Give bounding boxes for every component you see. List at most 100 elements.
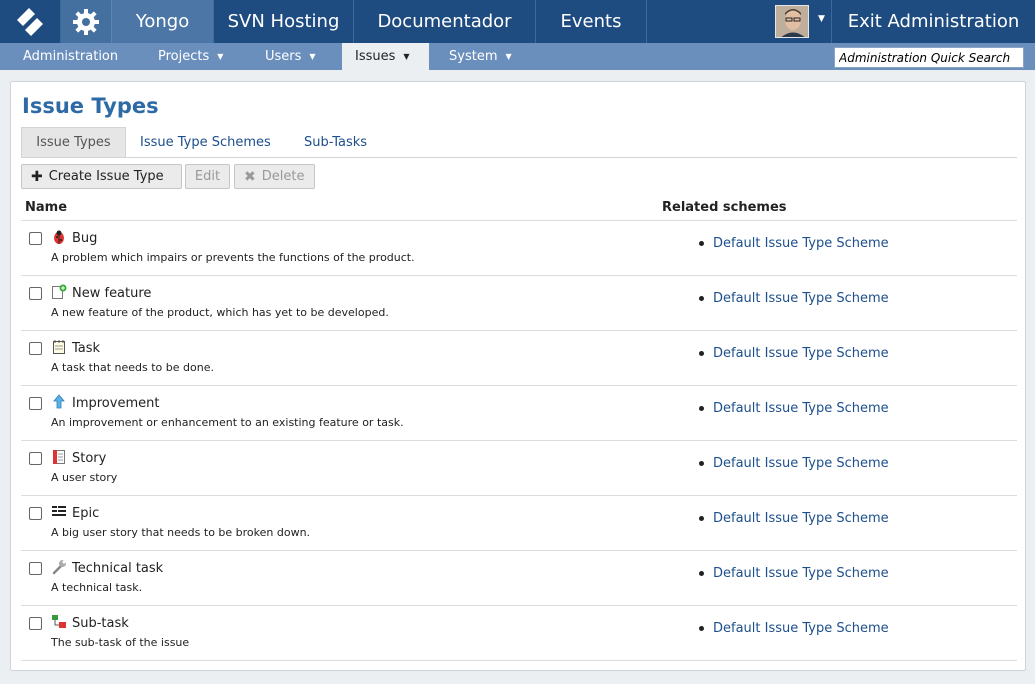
exit-administration-link[interactable]: Exit Administration bbox=[831, 0, 1035, 43]
related-scheme-link[interactable]: Default Issue Type Scheme bbox=[713, 566, 889, 581]
subnav-issues-label: Issues bbox=[355, 49, 396, 64]
user-avatar[interactable] bbox=[775, 5, 809, 38]
subnav-issues[interactable]: Issues ▼ bbox=[342, 43, 429, 70]
related-scheme-link[interactable]: Default Issue Type Scheme bbox=[713, 456, 889, 471]
subnav-users-label: Users bbox=[265, 49, 302, 64]
nav-events[interactable]: Events bbox=[536, 0, 647, 43]
issue-type-name: Story bbox=[72, 451, 107, 466]
chevron-down-icon: ▼ bbox=[309, 52, 316, 61]
issue-type-name: Improvement bbox=[72, 396, 160, 411]
bullet-icon bbox=[699, 571, 704, 576]
row-checkbox[interactable] bbox=[29, 562, 42, 575]
related-scheme-link[interactable]: Default Issue Type Scheme bbox=[713, 621, 889, 636]
subnav-administration-label: Administration bbox=[23, 49, 119, 64]
column-header-related-schemes: Related schemes bbox=[662, 200, 787, 215]
table-row: Technical task A technical task. Default… bbox=[21, 551, 1017, 606]
nav-documentador[interactable]: Documentador bbox=[354, 0, 536, 43]
related-scheme-link[interactable]: Default Issue Type Scheme bbox=[713, 236, 889, 251]
row-checkbox[interactable] bbox=[29, 342, 42, 355]
chevron-down-icon: ▼ bbox=[217, 52, 224, 61]
row-checkbox[interactable] bbox=[29, 397, 42, 410]
tab-sub-tasks[interactable]: Sub-Tasks bbox=[304, 127, 367, 157]
close-icon: ✖ bbox=[244, 168, 256, 185]
gear-icon bbox=[73, 8, 99, 35]
administration-gear-button[interactable] bbox=[61, 0, 112, 43]
issue-type-name: Epic bbox=[72, 506, 100, 521]
create-issue-type-label: Create Issue Type bbox=[48, 169, 164, 184]
create-issue-type-button[interactable]: ✚ Create Issue Type bbox=[21, 164, 182, 189]
row-checkbox[interactable] bbox=[29, 287, 42, 300]
row-checkbox[interactable] bbox=[29, 507, 42, 520]
plus-icon: ✚ bbox=[31, 168, 43, 185]
technical-task-icon bbox=[52, 560, 66, 575]
issue-type-description: A big user story that needs to be broken… bbox=[51, 526, 311, 539]
table-row: Sub-task The sub-task of the issue Defau… bbox=[21, 606, 1017, 661]
admin-quick-search-input[interactable] bbox=[834, 47, 1024, 68]
epic-icon bbox=[52, 506, 66, 516]
related-scheme-link[interactable]: Default Issue Type Scheme bbox=[713, 291, 889, 306]
content-panel: Issue Types Issue Types Issue Type Schem… bbox=[10, 81, 1026, 671]
bullet-icon bbox=[699, 406, 704, 411]
story-icon bbox=[53, 450, 65, 464]
issue-type-description: A user story bbox=[51, 471, 118, 484]
nav-yongo[interactable]: Yongo bbox=[112, 0, 214, 43]
bullet-icon bbox=[699, 351, 704, 356]
new-feature-icon bbox=[52, 284, 67, 299]
improvement-icon bbox=[53, 394, 65, 409]
nav-svn-hosting[interactable]: SVN Hosting bbox=[214, 0, 354, 43]
bullet-icon bbox=[699, 296, 704, 301]
table-row: Task A task that needs to be done. Defau… bbox=[21, 331, 1017, 386]
table-row: Improvement An improvement or enhancemen… bbox=[21, 386, 1017, 441]
task-icon bbox=[53, 340, 65, 354]
related-scheme-link[interactable]: Default Issue Type Scheme bbox=[713, 511, 889, 526]
issue-type-description: The sub-task of the issue bbox=[51, 636, 190, 649]
tab-issue-type-schemes[interactable]: Issue Type Schemes bbox=[140, 127, 271, 157]
issue-type-name: Task bbox=[72, 341, 101, 356]
logo-icon bbox=[17, 7, 43, 36]
edit-button[interactable]: Edit bbox=[185, 164, 230, 189]
tab-issue-types[interactable]: Issue Types bbox=[21, 127, 126, 157]
page-title: Issue Types bbox=[22, 94, 159, 118]
subnav-system-label: System bbox=[449, 49, 498, 64]
subnav-users[interactable]: Users ▼ bbox=[265, 43, 316, 70]
table-row: Bug A problem which impairs or prevents … bbox=[21, 221, 1017, 276]
related-scheme-link[interactable]: Default Issue Type Scheme bbox=[713, 346, 889, 361]
issue-type-description: An improvement or enhancement to an exis… bbox=[51, 416, 404, 429]
subnav-projects[interactable]: Projects ▼ bbox=[158, 43, 223, 70]
top-bar: Yongo SVN Hosting Documentador Events ▼ … bbox=[0, 0, 1035, 43]
issue-type-name: Technical task bbox=[72, 561, 164, 576]
bullet-icon bbox=[699, 461, 704, 466]
related-scheme-link[interactable]: Default Issue Type Scheme bbox=[713, 401, 889, 416]
user-menu-caret-icon[interactable]: ▼ bbox=[818, 14, 825, 24]
table-row: New feature A new feature of the product… bbox=[21, 276, 1017, 331]
bullet-icon bbox=[699, 241, 704, 246]
delete-label: Delete bbox=[261, 169, 305, 184]
issue-type-name: Sub-task bbox=[72, 616, 129, 631]
issue-type-description: A new feature of the product, which has … bbox=[51, 306, 389, 319]
app-logo[interactable] bbox=[0, 0, 61, 43]
bug-icon bbox=[54, 230, 64, 244]
subnav-administration[interactable]: Administration bbox=[23, 43, 118, 70]
column-header-name: Name bbox=[25, 200, 68, 215]
subnav-system[interactable]: System ▼ bbox=[449, 43, 512, 70]
admin-sub-bar: Administration Projects ▼ Users ▼ Issues… bbox=[0, 43, 1035, 70]
issue-type-description: A problem which impairs or prevents the … bbox=[51, 251, 415, 264]
row-checkbox[interactable] bbox=[29, 232, 42, 245]
chevron-down-icon: ▼ bbox=[403, 52, 410, 61]
row-checkbox[interactable] bbox=[29, 617, 42, 630]
bullet-icon bbox=[699, 626, 704, 631]
table-row: Epic A big user story that needs to be b… bbox=[21, 496, 1017, 551]
issue-type-name: New feature bbox=[72, 286, 152, 301]
delete-button[interactable]: ✖ Delete bbox=[234, 164, 315, 189]
table-row: Story A user story Default Issue Type Sc… bbox=[21, 441, 1017, 496]
issue-type-description: A task that needs to be done. bbox=[51, 361, 214, 374]
issue-type-name: Bug bbox=[72, 231, 98, 246]
chevron-down-icon: ▼ bbox=[505, 52, 512, 61]
avatar-image bbox=[776, 6, 808, 37]
row-checkbox[interactable] bbox=[29, 452, 42, 465]
subnav-projects-label: Projects bbox=[158, 49, 210, 64]
sub-task-icon bbox=[52, 615, 66, 628]
tab-divider bbox=[21, 157, 1017, 158]
bullet-icon bbox=[699, 516, 704, 521]
issue-type-description: A technical task. bbox=[51, 581, 143, 594]
